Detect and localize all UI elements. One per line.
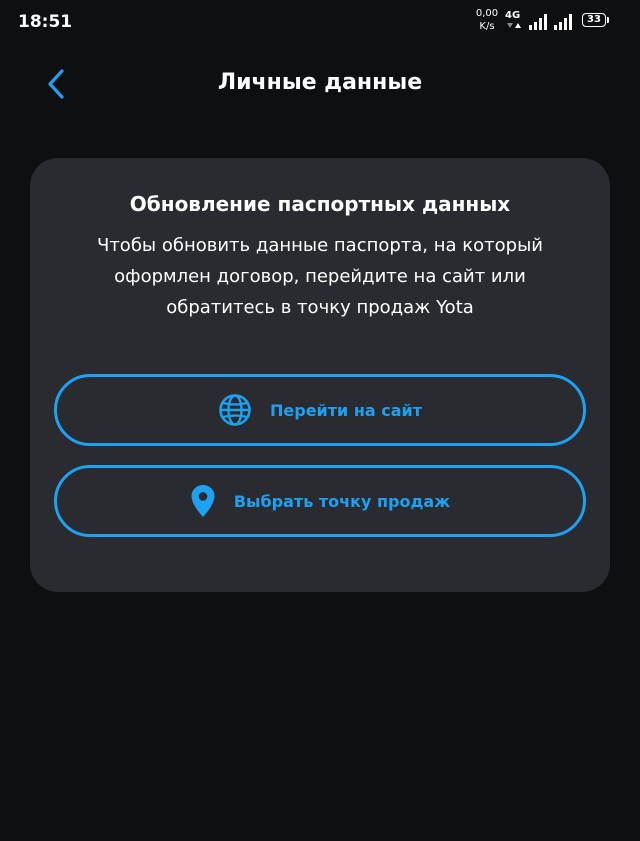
network-type-indicator: 4G bbox=[505, 10, 527, 34]
data-arrows-icon bbox=[507, 23, 521, 28]
network-speed-unit: K/s bbox=[479, 21, 495, 32]
battery-tip bbox=[607, 17, 609, 23]
signal-strength-icon bbox=[554, 14, 572, 30]
battery-level: 33 bbox=[587, 14, 601, 25]
status-time: 18:51 bbox=[18, 12, 73, 32]
map-pin-icon bbox=[190, 484, 216, 518]
card-title: Обновление паспортных данных bbox=[129, 192, 511, 216]
choose-sales-point-button[interactable]: Выбрать точку продаж bbox=[54, 465, 586, 537]
globe-icon bbox=[218, 393, 252, 427]
choose-sales-point-label: Выбрать точку продаж bbox=[233, 491, 451, 511]
header: Личные данные bbox=[0, 58, 640, 110]
go-to-site-button[interactable]: Перейти на сайт bbox=[54, 374, 586, 446]
status-bar: 18:51 0,00 K/s 4G 33 bbox=[0, 0, 640, 44]
network-speed: 0,00 K/s bbox=[471, 7, 503, 33]
network-type-label: 4G bbox=[505, 10, 521, 21]
go-to-site-label: Перейти на сайт bbox=[270, 400, 422, 420]
card-description: Чтобы обновить данные паспорта, на котор… bbox=[96, 235, 543, 318]
battery-icon: 33 bbox=[582, 13, 610, 29]
passport-update-card: Обновление паспортных данных Чтобы обнов… bbox=[30, 158, 610, 592]
page-title: Личные данные bbox=[217, 70, 423, 95]
network-speed-value: 0,00 bbox=[475, 8, 499, 19]
signal-strength-icon bbox=[529, 14, 547, 30]
